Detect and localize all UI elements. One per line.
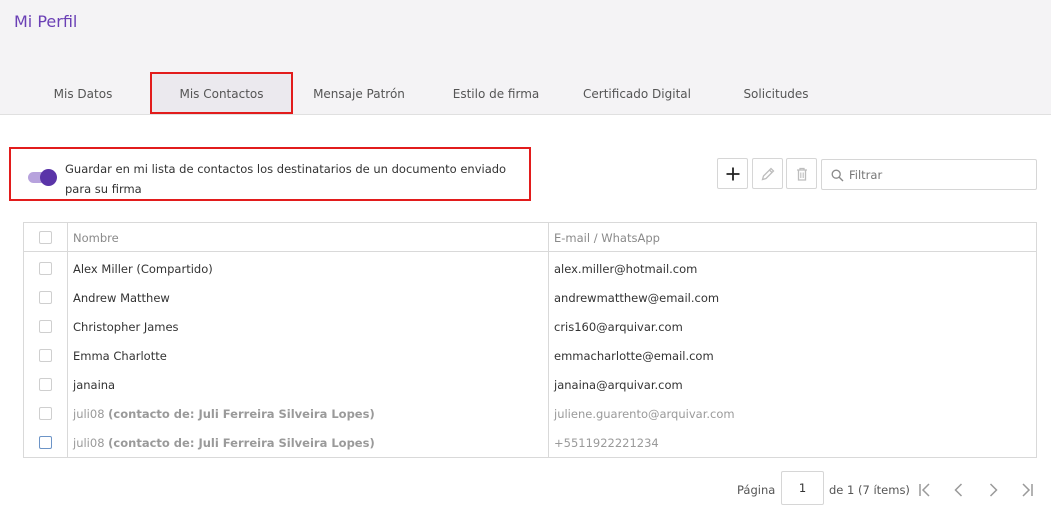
edit-contact-button[interactable] [752, 158, 783, 189]
contact-name-text: juli08 [73, 436, 105, 450]
contact-name: juli08 (contacto de: Juli Ferreira Silve… [73, 436, 375, 450]
table-row[interactable]: janaina janaina@arquivar.com [24, 370, 1036, 399]
contact-name: Alex Miller (Compartido) [73, 262, 213, 276]
row-checkbox[interactable] [39, 378, 52, 391]
contact-whatsapp: +5511922221234 [554, 436, 659, 450]
pencil-icon [761, 167, 775, 181]
pagination-summary: de 1 (7 ítems) [829, 483, 910, 497]
column-header-contact[interactable]: E-mail / WhatsApp [554, 231, 660, 245]
table-row[interactable]: Christopher James cris160@arquivar.com [24, 312, 1036, 341]
filter-field [821, 159, 1037, 190]
delete-contact-button[interactable] [786, 158, 817, 189]
table-row[interactable]: juli08 (contacto de: Juli Ferreira Silve… [24, 428, 1036, 457]
contacts-table: Nombre E-mail / WhatsApp Alex Miller (Co… [23, 222, 1037, 458]
first-page-button[interactable] [916, 481, 934, 499]
previous-page-button[interactable] [950, 481, 968, 499]
tab-solicitudes[interactable]: Solicitudes [717, 72, 835, 114]
chevron-left-icon [954, 483, 963, 497]
contact-name: Andrew Matthew [73, 291, 170, 305]
contact-name: juli08 (contacto de: Juli Ferreira Silve… [73, 407, 375, 421]
contact-name: Emma Charlotte [73, 349, 167, 363]
profile-header: Mi Perfil Mis Datos Mis Contactos Mensaj… [0, 0, 1051, 115]
contact-name: Christopher James [73, 320, 179, 334]
save-recipients-label: Guardar en mi lista de contactos los des… [65, 162, 507, 196]
last-page-icon [1022, 483, 1033, 497]
page-title: Mi Perfil [14, 12, 78, 31]
table-row[interactable]: juli08 (contacto de: Juli Ferreira Silve… [24, 399, 1036, 428]
contact-name-text: juli08 [73, 407, 105, 421]
toggle-knob [40, 169, 57, 186]
tab-mis-contactos[interactable]: Mis Contactos [150, 72, 293, 114]
contact-email: alex.miller@hotmail.com [554, 262, 698, 276]
table-row[interactable]: Alex Miller (Compartido) alex.miller@hot… [24, 254, 1036, 283]
trash-icon [797, 167, 807, 181]
contact-email: cris160@arquivar.com [554, 320, 683, 334]
filter-input[interactable] [849, 165, 1029, 185]
row-checkbox[interactable] [39, 407, 52, 420]
row-checkbox[interactable] [39, 262, 52, 275]
table-row[interactable]: Emma Charlotte emmacharlotte@email.com [24, 341, 1036, 370]
row-checkbox[interactable] [39, 320, 52, 333]
last-page-button[interactable] [1018, 481, 1036, 499]
add-contact-button[interactable] [717, 158, 748, 189]
plus-icon [726, 167, 740, 181]
tab-mensaje-patron[interactable]: Mensaje Patrón [300, 72, 418, 114]
row-checkbox[interactable] [39, 436, 52, 449]
select-all-checkbox[interactable] [39, 231, 52, 244]
contact-name: janaina [73, 378, 116, 392]
first-page-icon [919, 483, 930, 497]
table-row[interactable]: Andrew Matthew andrewmatthew@email.com [24, 283, 1036, 312]
save-recipients-toggle[interactable] [28, 169, 58, 186]
search-icon [831, 169, 844, 182]
tab-certificado-digital[interactable]: Certificado Digital [567, 72, 707, 114]
page-number-input[interactable] [781, 471, 824, 505]
save-recipients-setting: Guardar en mi lista de contactos los des… [9, 147, 531, 201]
contact-owner-note: (contacto de: Juli Ferreira Silveira Lop… [108, 407, 375, 421]
chevron-right-icon [989, 483, 998, 497]
pagination-page-label: Página [737, 483, 776, 497]
column-header-name[interactable]: Nombre [73, 231, 119, 245]
tab-estilo-de-firma[interactable]: Estilo de firma [437, 72, 555, 114]
table-header: Nombre E-mail / WhatsApp [24, 223, 1036, 252]
contact-email: janaina@arquivar.com [554, 378, 683, 392]
contact-owner-note: (contacto de: Juli Ferreira Silveira Lop… [108, 436, 375, 450]
tab-mis-datos[interactable]: Mis Datos [24, 72, 142, 114]
contact-email: emmacharlotte@email.com [554, 349, 714, 363]
row-checkbox[interactable] [39, 349, 52, 362]
next-page-button[interactable] [984, 481, 1002, 499]
row-checkbox[interactable] [39, 291, 52, 304]
contact-email: juliene.guarento@arquivar.com [554, 407, 735, 421]
contact-email: andrewmatthew@email.com [554, 291, 720, 305]
